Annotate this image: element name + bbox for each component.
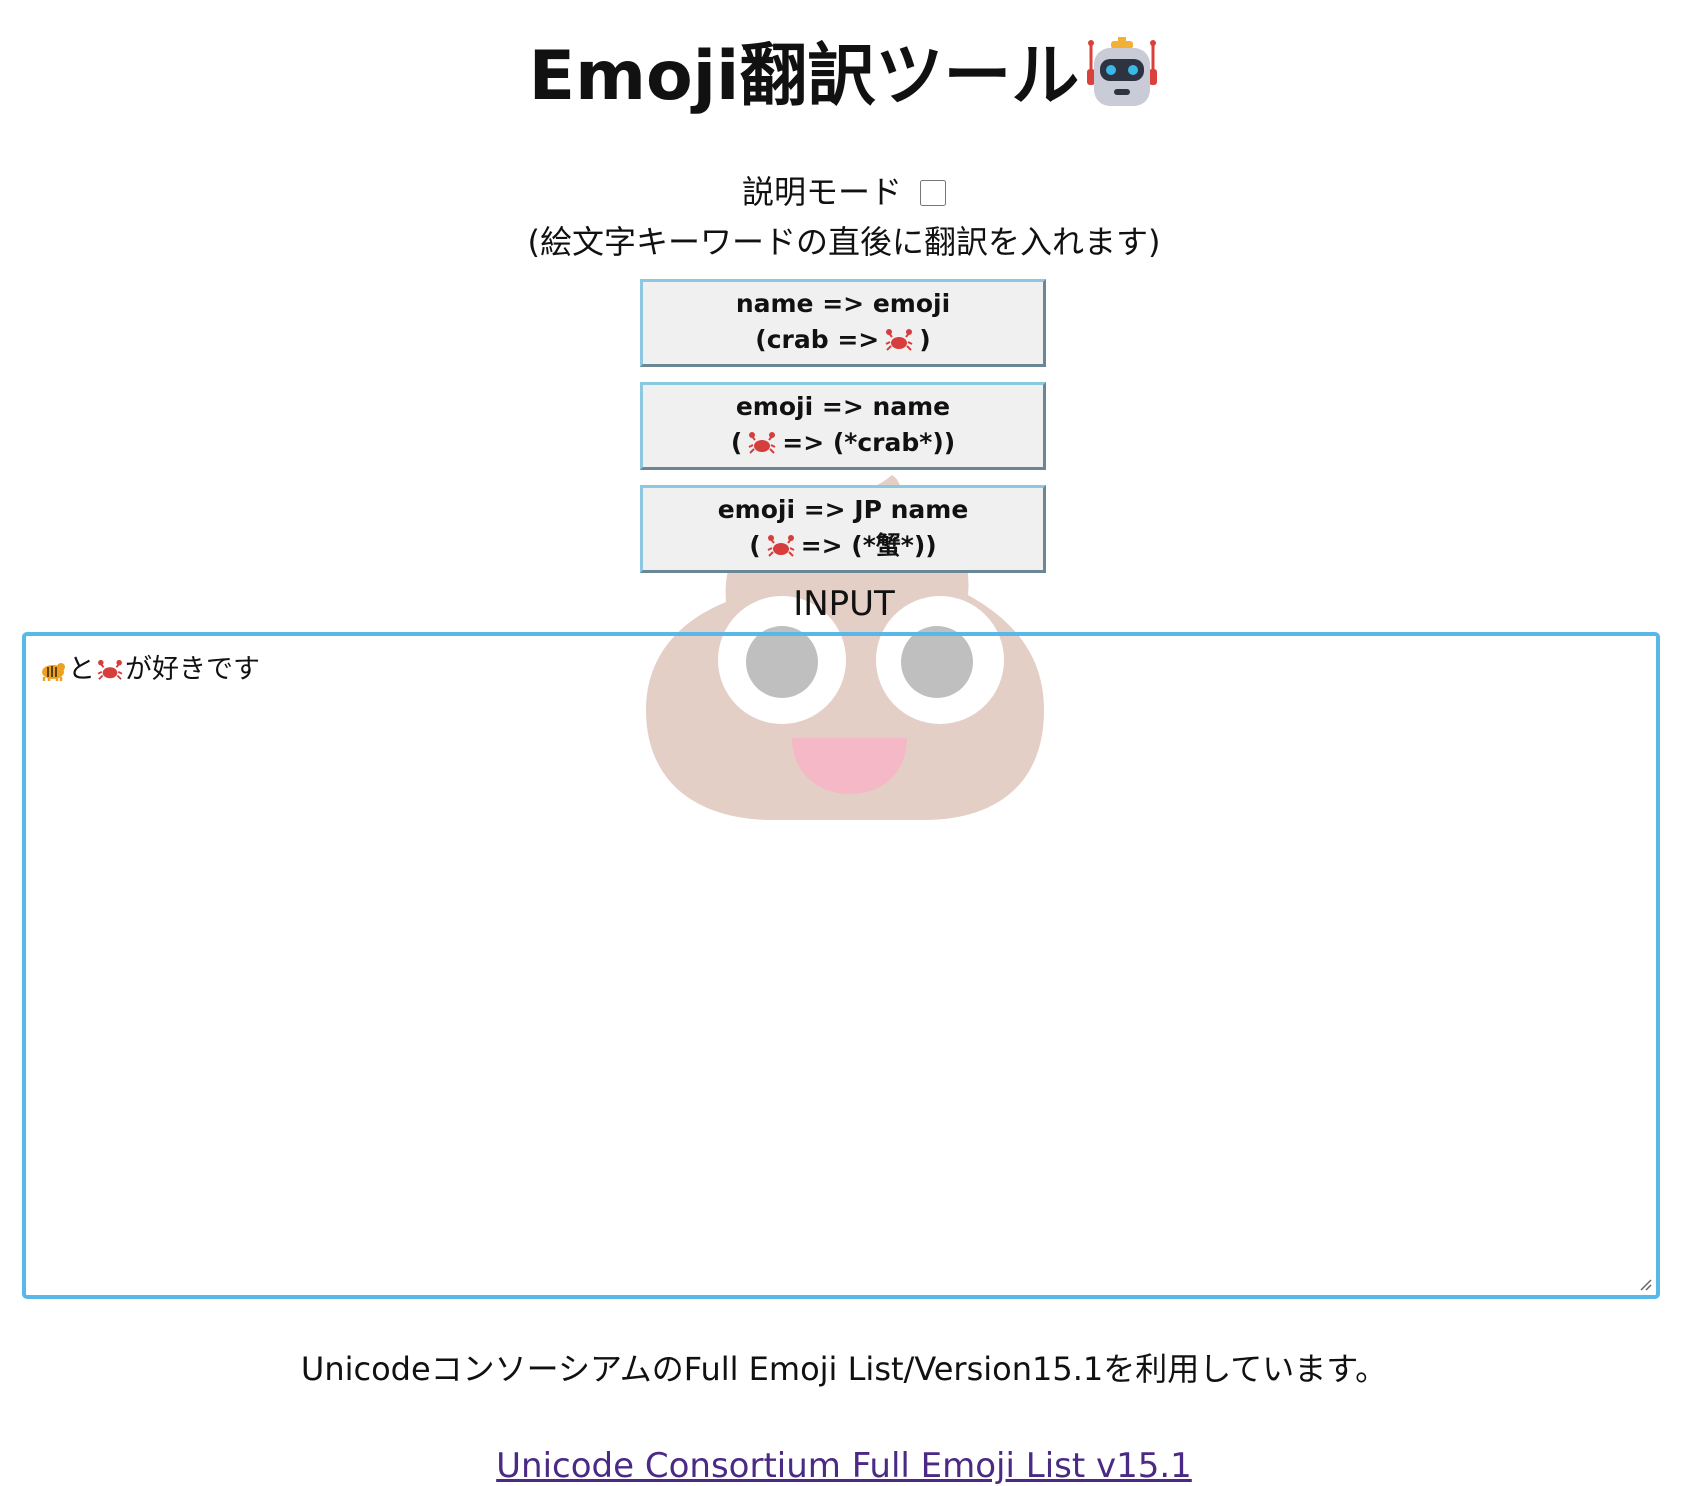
explain-mode-label: 説明モード [741, 173, 902, 211]
button-line2-suffix: ) [919, 325, 931, 354]
button-line2-suffix: => (*crab*)) [782, 428, 956, 457]
button-line1: name => emoji [735, 289, 951, 318]
input-value: とが好きです [38, 650, 1644, 690]
input-text-1: と [68, 654, 95, 685]
crab-icon [97, 659, 123, 680]
button-line2: (crab =>) [643, 322, 1043, 358]
input-text-2: が好きです [125, 654, 260, 685]
tiger-icon [42, 663, 65, 681]
page-title: Emoji翻訳ツール [0, 32, 1688, 122]
resize-handle-icon[interactable] [1636, 1275, 1652, 1291]
emoji-to-jp-name-button[interactable]: emoji => JP name ( => (*蟹*)) [640, 485, 1046, 573]
button-line2: ( => (*crab*)) [643, 425, 1043, 461]
button-line2-prefix: ( [730, 428, 743, 457]
attribution-text: UnicodeコンソーシアムのFull Emoji List/Version15… [300, 1350, 1388, 1388]
explain-mode-row: 説明モード [0, 170, 1688, 214]
page: Emoji翻訳ツール 説明モード (絵文字キーワードの直後に翻訳を入れます) n… [0, 0, 1688, 1486]
button-line2: ( => (*蟹*)) [643, 528, 1043, 564]
emoji-to-name-button[interactable]: emoji => name ( => (*crab*)) [640, 382, 1046, 470]
title-text: Emoji翻訳ツール [528, 37, 1080, 116]
input-label: INPUT [793, 584, 895, 624]
crab-icon [767, 535, 795, 557]
button-line1: emoji => name [735, 392, 951, 421]
button-line1: emoji => JP name [717, 495, 969, 524]
button-line2-suffix: => (*蟹*)) [800, 531, 937, 560]
footer-link-row: Unicode Consortium Full Emoji List v15.1 [0, 1444, 1688, 1486]
explain-mode-note: (絵文字キーワードの直後に翻訳を入れます) [527, 223, 1161, 261]
robot-face-icon [1087, 37, 1158, 106]
button-line2-prefix: ( [749, 531, 761, 560]
crab-icon [748, 432, 776, 454]
explain-mode-checkbox[interactable] [920, 180, 946, 206]
input-textarea[interactable]: とが好きです [22, 632, 1660, 1299]
unicode-emoji-list-link[interactable]: Unicode Consortium Full Emoji List v15.1 [496, 1446, 1192, 1486]
crab-icon [885, 329, 913, 351]
name-to-emoji-button[interactable]: name => emoji (crab =>) [640, 279, 1046, 367]
button-line2-prefix: (crab => [755, 325, 880, 354]
